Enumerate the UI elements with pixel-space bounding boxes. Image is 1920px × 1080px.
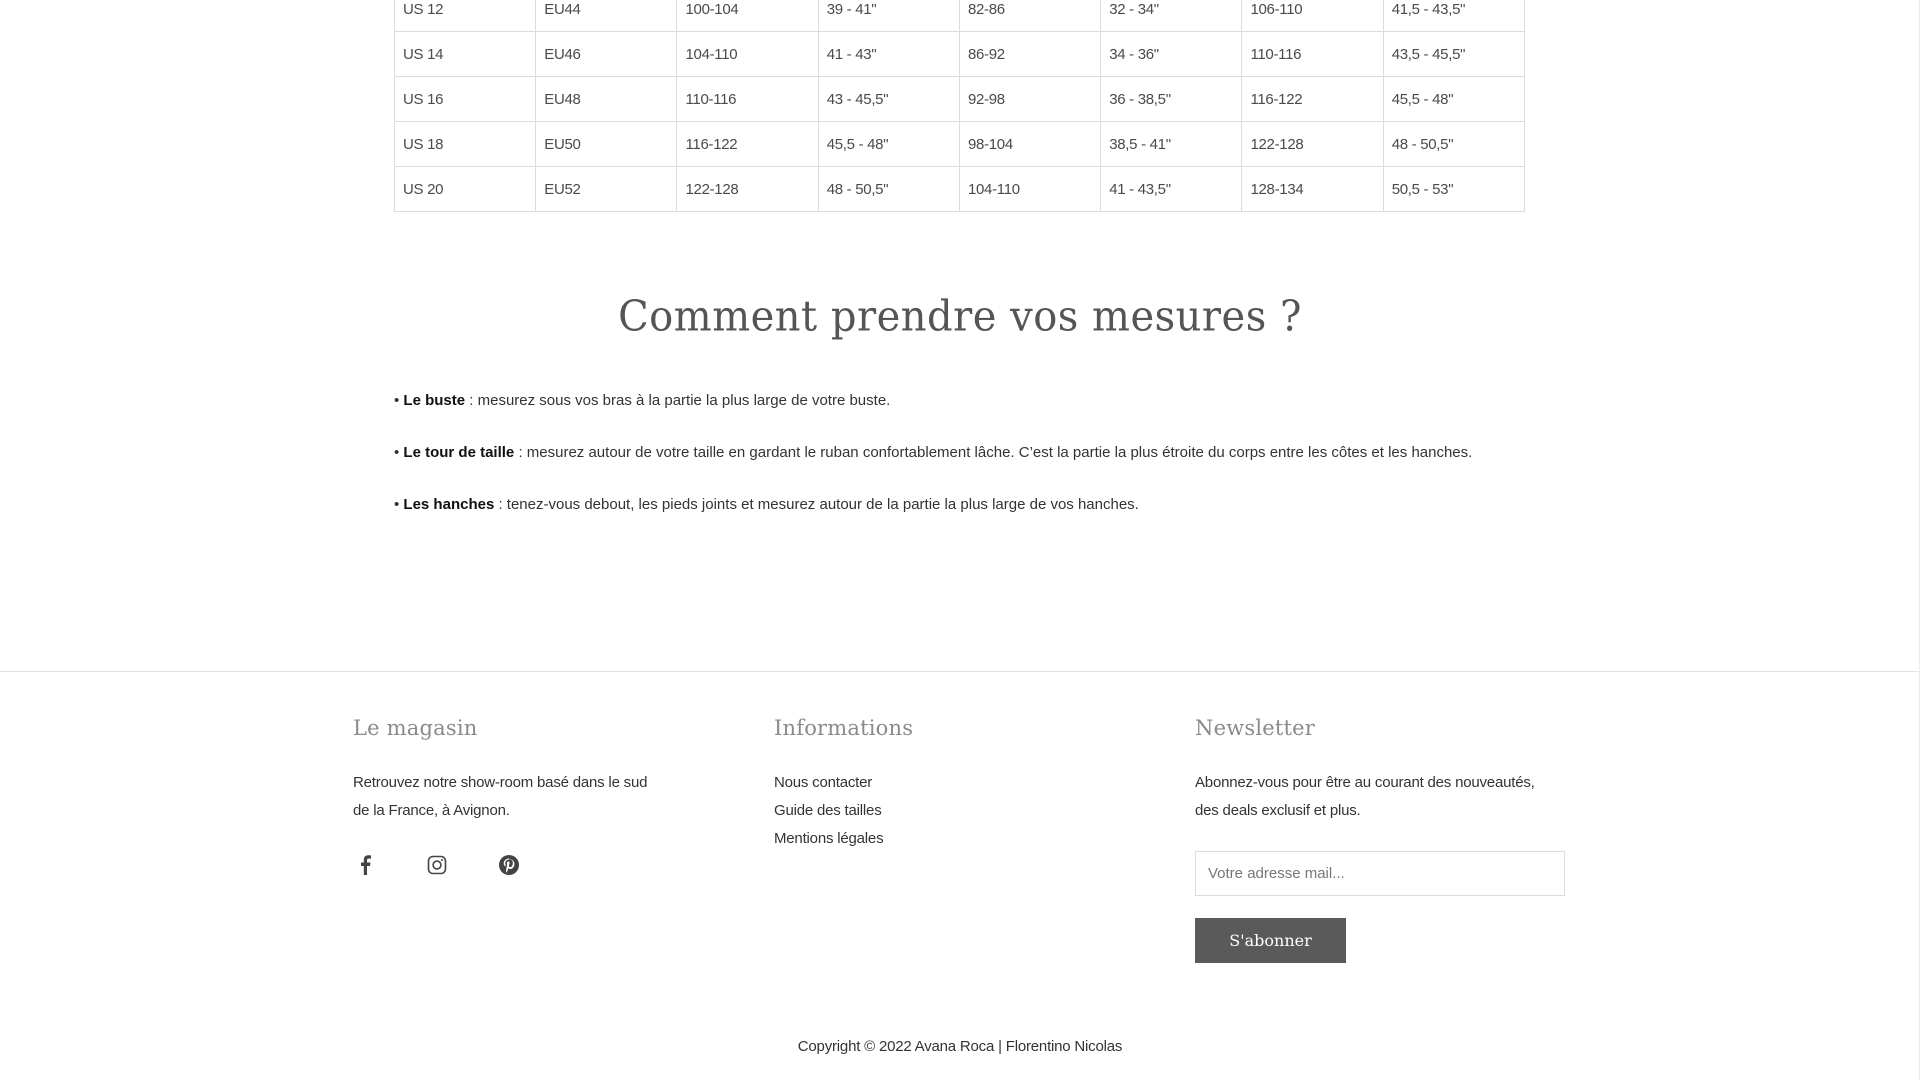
copyright: Copyright © 2022 Avana Roca | Florentino…: [797, 1038, 1123, 1055]
footer-newsletter-text-line1: Abonnez-vous pour être au courant des no…: [1195, 774, 1535, 791]
table-cell: EU50: [535, 121, 678, 167]
measure-bust: • Le buste : mesurez sous vos bras à la …: [394, 392, 890, 409]
table-cell: 48 - 50,5": [1382, 121, 1526, 167]
footer-link-contact-text[interactable]: Nous contacter: [774, 774, 872, 791]
footer-divider: [0, 671, 1920, 672]
pinterest-icon[interactable]: [497, 853, 521, 877]
table-cell: 98-104: [958, 121, 1102, 167]
footer-link-contact[interactable]: Nous contacter: [774, 769, 1114, 797]
table-cell: 106-110: [1241, 0, 1384, 32]
footer-link-size-guide-text[interactable]: Guide des tailles: [774, 802, 882, 819]
table-cell: 116-122: [676, 121, 819, 167]
table-cell: 100-104: [676, 0, 819, 32]
table-cell: US 14: [393, 31, 537, 77]
size-table-body: US 12 EU44 100-104 39 - 41" 82-86 32 - 34" 106…: [393, 0, 1526, 212]
footer-info: Informations Nous contacter Guide des ta…: [774, 716, 1114, 853]
table-cell: 43,5 - 45,5": [1382, 31, 1526, 77]
table-cell: 104-110: [676, 31, 819, 77]
footer-newsletter-heading: Newsletter: [1195, 716, 1316, 740]
newsletter-email-input[interactable]: [1195, 851, 1565, 896]
table-cell: US 20: [393, 166, 537, 212]
table-cell: 45,5 - 48": [817, 121, 960, 167]
size-table-section: US 12 EU44 100-104 39 - 41" 82-86 32 - 34" 106…: [393, 0, 1526, 212]
measure-text: : tenez-vous debout, les pieds joints et…: [494, 496, 1139, 513]
footer-store-text-line1: Retrouvez notre show-room basé dans le s…: [353, 774, 648, 791]
table-cell: 38,5 - 41": [1100, 121, 1243, 167]
table-cell: EU52: [535, 166, 678, 212]
table-row: US 18 EU50 116-122 45,5 - 48" 98-104 38,5 - 4…: [393, 121, 1526, 167]
size-table: US 12 EU44 100-104 39 - 41" 82-86 32 - 34" 106…: [393, 0, 1526, 212]
table-cell: 122-128: [1241, 121, 1384, 167]
social-links: [353, 853, 521, 877]
table-cell: 92-98: [958, 76, 1102, 122]
measure-bullet: •: [394, 444, 404, 461]
footer-newsletter-text-line2: des deals exclusif et plus.: [1195, 802, 1361, 819]
table-cell: 45,5 - 48": [1382, 76, 1526, 122]
footer-store-heading: Le magasin: [353, 716, 478, 740]
footer-link-legal-text[interactable]: Mentions légales: [774, 830, 884, 847]
table-cell: 34 - 36": [1100, 31, 1243, 77]
measure-bullet: •: [394, 392, 404, 409]
instagram-icon[interactable]: [425, 853, 449, 877]
subscribe-button[interactable]: S'abonner: [1195, 918, 1346, 963]
measure-bullet: •: [394, 496, 404, 513]
footer-newsletter-text: Abonnez-vous pour être au courant des no…: [1195, 769, 1595, 825]
table-cell: EU46: [535, 31, 678, 77]
footer-store-text: Retrouvez notre show-room basé dans le s…: [353, 769, 693, 825]
measure-text: : mesurez autour de votre taille en gard…: [514, 444, 1473, 461]
footer-store-text-line2: de la France, à Avignon.: [353, 802, 510, 819]
table-cell: 36 - 38,5": [1100, 76, 1243, 122]
footer-link-size-guide[interactable]: Guide des tailles: [774, 797, 1114, 825]
facebook-icon[interactable]: [353, 853, 377, 877]
table-cell: 41 - 43,5": [1100, 166, 1243, 212]
table-cell: 128-134: [1241, 166, 1384, 212]
table-cell: 116-122: [1241, 76, 1384, 122]
measure-label: Les hanches: [403, 496, 495, 513]
measure-waist: • Le tour de taille : mesurez autour de …: [394, 444, 1472, 461]
table-cell: 41,5 - 43,5": [1382, 0, 1526, 32]
footer-info-heading: Informations: [774, 716, 914, 740]
table-cell: 122-128: [676, 166, 819, 212]
footer-store: Le magasin Retrouvez notre show-room bas…: [353, 716, 693, 825]
table-cell: 50,5 - 53": [1382, 166, 1526, 212]
table-cell: 86-92: [958, 31, 1102, 77]
table-cell: 48 - 50,5": [817, 166, 960, 212]
table-cell: 110-116: [1241, 31, 1384, 77]
measure-label: Le tour de taille: [403, 444, 515, 461]
table-cell: 39 - 41": [817, 0, 960, 32]
table-cell: 32 - 34": [1100, 0, 1243, 32]
footer-newsletter: Newsletter Abonnez-vous pour être au cou…: [1195, 716, 1595, 825]
table-cell: 110-116: [676, 76, 819, 122]
table-cell: 82-86: [958, 0, 1102, 32]
measure-label: Le buste: [403, 392, 466, 409]
table-row: US 16 EU48 110-116 43 - 45,5" 92-98 36 - 38,5…: [393, 76, 1526, 122]
table-row: US 14 EU46 104-110 41 - 43" 86-92 34 - 36" 110…: [393, 31, 1526, 77]
table-cell: US 16: [393, 76, 537, 122]
measure-hips: • Les hanches : tenez-vous debout, les p…: [394, 496, 1139, 513]
table-cell: 104-110: [958, 166, 1102, 212]
table-row: US 12 EU44 100-104 39 - 41" 82-86 32 - 34" 106…: [393, 0, 1526, 32]
table-cell: EU44: [535, 0, 678, 32]
table-cell: EU48: [535, 76, 678, 122]
table-cell: 41 - 43": [817, 31, 960, 77]
measure-text: : mesurez sous vos bras à la partie la p…: [465, 392, 891, 409]
table-cell: US 18: [393, 121, 537, 167]
table-cell: US 12: [393, 0, 537, 32]
footer-link-legal[interactable]: Mentions légales: [774, 825, 1114, 853]
footer-info-links: Nous contacter Guide des tailles Mention…: [774, 769, 1114, 853]
measures-title: Comment prendre vos mesures ?: [618, 292, 1302, 342]
table-cell: 43 - 45,5": [817, 76, 960, 122]
table-row: US 20 EU52 122-128 48 - 50,5" 104-110 41 - 43…: [393, 166, 1526, 212]
